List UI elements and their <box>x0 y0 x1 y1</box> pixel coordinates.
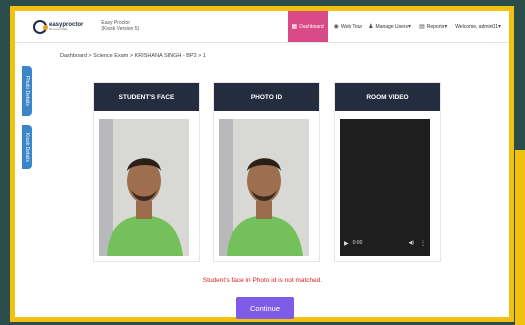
nav-welcome-user[interactable]: Welcome, admin01 ▾ <box>455 23 503 31</box>
tab-kiosk-details[interactable]: Kiosk Details <box>22 125 32 169</box>
nav-dashboard[interactable]: ▦ Dashboard <box>287 11 328 42</box>
nav-web-tour-label: Web Tour <box>340 23 363 30</box>
tab-kiosk-details-label: Kiosk Details <box>24 132 30 162</box>
top-navbar: easyproctor Remote Mode Easy Proctor (Ki… <box>15 11 509 43</box>
nav-manage-users[interactable]: ♟ Manage Users ▾ <box>368 23 413 31</box>
nav-reports[interactable]: ▤ Reports ▾ <box>419 23 449 31</box>
card-title: ROOM VIDEO <box>335 83 440 111</box>
card-title: PHOTO ID <box>214 83 319 111</box>
chevron-down-icon: ▾ <box>408 24 412 30</box>
card-title: STUDENT'S FACE <box>94 83 199 111</box>
dashboard-icon: ▦ <box>291 24 298 30</box>
video-time: 0:00 <box>352 240 363 246</box>
report-icon: ▤ <box>419 24 425 30</box>
app-name-line2: (Kiosk Version 5) <box>101 25 140 32</box>
tab-photo-details[interactable]: Photo Details <box>22 66 32 116</box>
logo-icon <box>33 19 48 34</box>
video-controls: ▶ 0:00 ◀) ⋮ <box>340 230 430 256</box>
breadcrumb[interactable]: Dashboard > Science Exam > KRISHANA SING… <box>60 53 206 59</box>
continue-button[interactable]: Continue <box>236 297 294 319</box>
chevron-down-icon: ▾ <box>497 24 501 30</box>
person-photo-icon <box>219 119 309 256</box>
user-icon: ♟ <box>368 24 374 30</box>
tab-photo-details-label: Photo Details <box>24 76 30 106</box>
nav-manage-users-label: Manage Users <box>375 23 409 30</box>
tour-icon: ◉ <box>333 24 339 30</box>
student-face-photo <box>99 119 189 256</box>
photo-id-card: PHOTO ID <box>213 82 320 262</box>
photo-id-photo <box>219 119 309 256</box>
play-icon[interactable]: ▶ <box>344 240 349 247</box>
volume-icon[interactable]: ◀) <box>408 240 414 246</box>
app-name: Easy Proctor (Kiosk Version 5) <box>101 20 140 33</box>
room-video-card: ROOM VIDEO ▶ 0:00 ◀) ⋮ <box>334 82 441 262</box>
more-options-icon[interactable]: ⋮ <box>420 240 426 247</box>
person-photo-icon <box>99 119 189 256</box>
student-face-card: STUDENT'S FACE <box>93 82 200 262</box>
error-message: Student's face in Photo id is not matche… <box>202 277 323 284</box>
nav-menu: ▦ Dashboard ◉ Web Tour ♟ Manage Users ▾ … <box>287 11 503 42</box>
welcome-label: Welcome, admin01 <box>455 23 498 30</box>
nav-dashboard-label: Dashboard <box>299 23 324 30</box>
nav-reports-label: Reports <box>426 23 445 30</box>
room-video-player[interactable]: ▶ 0:00 ◀) ⋮ <box>340 119 430 256</box>
logo-subtitle: Remote Mode <box>49 27 68 31</box>
nav-web-tour[interactable]: ◉ Web Tour <box>333 23 363 31</box>
chevron-down-icon: ▾ <box>444 24 448 30</box>
logo[interactable]: easyproctor Remote Mode <box>33 19 83 34</box>
